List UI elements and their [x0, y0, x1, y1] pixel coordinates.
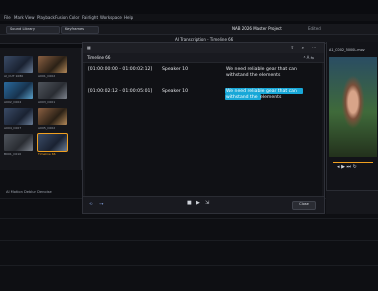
track-divider	[0, 240, 378, 241]
close-button[interactable]: Close	[292, 201, 316, 210]
video-frame[interactable]	[329, 57, 377, 157]
ai-transcription-panel: ▦ ⇪ ⌕ ⋯ Timeline 66 ᴬ A ⇆ [01:00:00:00 -…	[82, 42, 325, 214]
search-icon[interactable]: ⌕	[302, 45, 304, 50]
loop-icon[interactable]: ⟲	[89, 201, 92, 206]
track-divider	[0, 265, 378, 266]
transcript-text: elements	[260, 95, 282, 100]
menu-item[interactable]: Mark	[14, 15, 24, 20]
clip-thumbnail[interactable]	[38, 56, 67, 73]
menu-item[interactable]: Playback	[37, 15, 55, 20]
timeline-name: Timeline 66	[38, 152, 56, 156]
viewer-transport-icon[interactable]: ◂ ▶ ⏭ ↻	[337, 165, 357, 170]
clip-thumbnail[interactable]	[4, 108, 33, 125]
clip-name: A005_C002	[38, 126, 56, 130]
insert-icon[interactable]: ⇲	[205, 201, 209, 206]
transcript-text-selected: withstand the	[226, 95, 258, 100]
close-label: Close	[299, 202, 309, 206]
share-icon[interactable]: ⇪	[291, 45, 294, 50]
project-status: Edited	[308, 26, 321, 31]
menu-item[interactable]: File	[4, 15, 11, 20]
timecode: [01:00:02:12 - 01:00:05:01]	[88, 89, 153, 94]
viewer: A1_C002_5000L.mov ◂ ▶ ⏭ ↻	[326, 42, 378, 214]
track-label: AI Motion Deblur Denoise	[6, 190, 52, 194]
clip-name: B001_C010	[4, 152, 22, 156]
timecode: [01:00:00:00 - 01:00:02:12]	[88, 67, 153, 72]
clip-thumbnail[interactable]	[38, 82, 67, 99]
media-pool: AI_CUT 1080 A001_C002 A002_C004 A003_C00…	[0, 48, 82, 172]
track-divider	[0, 218, 378, 219]
clip-name: A001_C002	[38, 74, 56, 78]
timeline-thumbnail[interactable]	[37, 133, 68, 152]
panel-footer: ⟲ ⌁▾ ■ ▶ ⇲ Close	[83, 196, 324, 213]
transcript-text: We need reliable gear that can	[226, 67, 297, 72]
clip-name: A003_C001	[38, 100, 56, 104]
menu-item[interactable]: Color	[69, 15, 79, 20]
transcript-text: withstand the elements	[226, 73, 281, 78]
timeline-label: Timeline 66	[87, 55, 111, 60]
speaker: Speaker 10	[162, 67, 188, 72]
panel-subheader: Timeline 66 ᴬ A ⇆	[83, 53, 324, 63]
menu-item[interactable]: Fairlight	[82, 15, 98, 20]
grid-icon[interactable]: ▦	[87, 45, 91, 50]
clip-name: AI_CUT 1080	[4, 74, 24, 78]
more-icon[interactable]: ⋯	[312, 45, 316, 50]
viewer-clip-name: A1_C002_5000L.mov	[329, 48, 365, 52]
play-icon[interactable]: ▶	[196, 201, 200, 206]
text-size-icon[interactable]: ᴬ A ⇆	[304, 55, 314, 60]
clip-thumbnail[interactable]	[4, 56, 33, 73]
menu-item[interactable]: Help	[124, 15, 133, 20]
sound-library-label: Sound Library	[10, 27, 36, 31]
viewer-scrub-bar[interactable]	[333, 162, 373, 163]
speaker: Speaker 10	[162, 89, 188, 94]
menu-bar: File Mark View Playback Fusion Color Fai…	[0, 14, 378, 21]
transcript-text: We need reliable gear that can	[226, 89, 297, 94]
clip-thumbnail[interactable]	[4, 82, 33, 99]
speaker-toggle-icon[interactable]: ⌁▾	[99, 201, 103, 206]
menu-item[interactable]: Fusion	[55, 15, 68, 20]
clip-name: A004_C007	[4, 126, 22, 130]
inspector-panel	[326, 190, 378, 214]
clip-name: A002_C004	[4, 100, 22, 104]
transcript-list[interactable]: [01:00:00:00 - 01:00:02:12] Speaker 10 W…	[85, 63, 322, 198]
clip-thumbnail[interactable]	[4, 134, 33, 151]
stop-icon[interactable]: ■	[187, 201, 192, 206]
keyframes-button[interactable]: Keyframes	[61, 26, 99, 34]
toolbar: Sound Library Keyframes NAB 2026 Master …	[0, 24, 378, 34]
project-title: NAB 2026 Master Project	[232, 26, 282, 31]
clip-thumbnail[interactable]	[38, 108, 67, 125]
keyframes-label: Keyframes	[65, 27, 85, 31]
sound-library-button[interactable]: Sound Library	[6, 26, 60, 34]
menu-item[interactable]: Workspace	[100, 15, 122, 20]
menu-item[interactable]: View	[25, 15, 35, 20]
